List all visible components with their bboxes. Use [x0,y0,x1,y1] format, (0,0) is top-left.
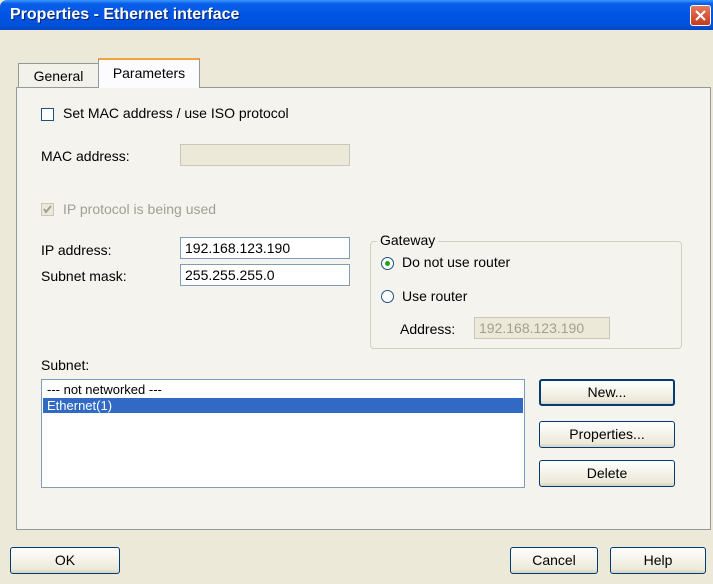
mac-checkbox-label: Set MAC address / use ISO protocol [63,105,289,121]
mac-address-field[interactable] [180,144,350,166]
mac-address-label: MAC address: [41,148,130,164]
window-title: Properties - Ethernet interface [10,6,240,23]
list-item[interactable]: --- not networked --- [43,382,523,397]
subnet-label: Subnet: [41,357,90,373]
checkmark-icon [43,205,52,214]
tab-general[interactable]: General [18,63,99,87]
close-button[interactable] [690,5,711,26]
help-button[interactable]: Help [610,547,706,574]
router-address-label: Address: [400,321,456,337]
no-router-radio[interactable] [381,257,394,270]
ip-address-field[interactable] [180,237,350,259]
ip-protocol-checkbox[interactable] [41,203,54,216]
tab-parameters[interactable]: Parameters [98,58,200,88]
list-item[interactable]: Ethernet(1) [43,398,523,413]
new-subnet-button[interactable]: New... [539,379,675,406]
subnet-mask-label: Subnet mask: [41,268,127,284]
subnet-list[interactable]: --- not networked --- Ethernet(1) [41,379,525,488]
close-icon [695,10,706,21]
delete-subnet-button[interactable]: Delete [539,460,675,487]
cancel-button[interactable]: Cancel [510,547,598,574]
mac-checkbox[interactable] [41,108,54,121]
use-router-label: Use router [402,288,468,304]
subnet-mask-field[interactable] [180,264,350,286]
ok-button[interactable]: OK [10,547,120,574]
ip-protocol-label: IP protocol is being used [63,201,217,217]
gateway-legend: Gateway [377,232,439,248]
ip-address-label: IP address: [41,242,112,258]
router-address-field[interactable] [474,317,610,339]
use-router-radio[interactable] [381,290,394,303]
subnet-properties-button[interactable]: Properties... [539,421,675,448]
no-router-label: Do not use router [402,254,511,270]
